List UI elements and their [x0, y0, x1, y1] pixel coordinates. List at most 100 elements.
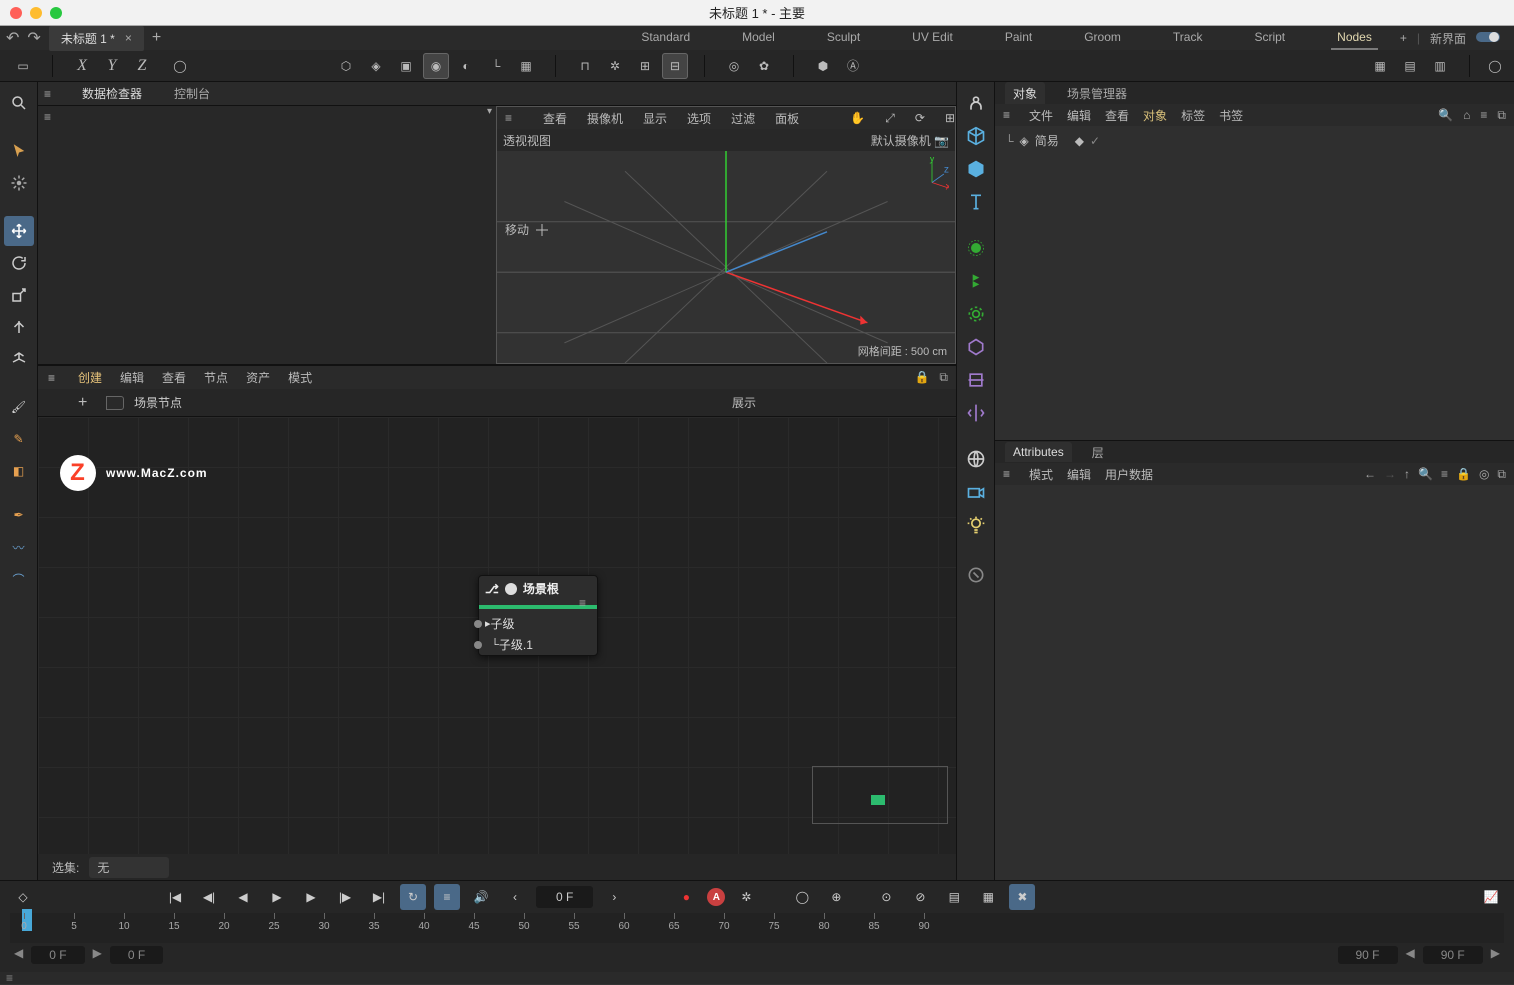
cube-solid-icon[interactable]	[961, 154, 991, 184]
symmetry-icon[interactable]	[961, 398, 991, 428]
camera-icon[interactable]	[961, 477, 991, 507]
axis-x-button[interactable]: X	[69, 53, 95, 79]
om-popout-icon[interactable]: ⧉	[1497, 108, 1506, 123]
key-all-icon[interactable]: ◯	[789, 884, 815, 910]
vp-views-icon[interactable]: ⊞	[945, 111, 955, 125]
text-spline-icon[interactable]	[961, 187, 991, 217]
autokey-icon[interactable]: A	[707, 888, 725, 906]
close-tab-icon[interactable]: ×	[125, 31, 132, 45]
material-edit-icon[interactable]	[961, 560, 991, 590]
vp-menu-filter[interactable]: 过滤	[731, 110, 755, 127]
attr-up-icon[interactable]: ↑	[1404, 467, 1410, 482]
placement-tool-icon[interactable]	[4, 344, 34, 374]
mode-points-icon[interactable]: ⬡	[333, 53, 359, 79]
om-home-icon[interactable]: ⌂	[1463, 108, 1470, 123]
ne-menu-view[interactable]: 查看	[162, 369, 186, 386]
ne-menu-mode[interactable]: 模式	[288, 369, 312, 386]
mode-workplane-icon[interactable]: ▦	[513, 53, 539, 79]
attr-menu-edit[interactable]: 编辑	[1067, 466, 1091, 483]
attr-filter-icon[interactable]: ≡	[1441, 467, 1448, 482]
hexagon-icon[interactable]: ⬢	[810, 53, 836, 79]
attr-menu-userdata[interactable]: 用户数据	[1105, 466, 1153, 483]
mode-polys-icon[interactable]: ▣	[393, 53, 419, 79]
loop-icon[interactable]: ↻	[400, 884, 426, 910]
axis-y-button[interactable]: Y	[99, 53, 125, 79]
viewport-burger-icon[interactable]	[505, 111, 517, 125]
layout-tab-paint[interactable]: Paint	[999, 26, 1038, 50]
rotate-tool-icon[interactable]	[4, 248, 34, 278]
ne-lock-icon[interactable]: 🔒	[914, 370, 929, 385]
prev-frame-nav-icon[interactable]: ‹	[502, 884, 528, 910]
key-pos-icon[interactable]: ⊕	[823, 884, 849, 910]
layout-tab-standard[interactable]: Standard	[635, 26, 696, 50]
orientation-icon[interactable]: ◯	[167, 53, 193, 79]
om-menu-tags[interactable]: 标签	[1181, 107, 1205, 124]
new-layout-button[interactable]: 新界面	[1420, 30, 1476, 47]
layout-tab-model[interactable]: Model	[736, 26, 781, 50]
mograph-icon[interactable]	[961, 299, 991, 329]
minimize-window[interactable]	[30, 7, 42, 19]
statusbar-menu-icon[interactable]	[6, 971, 18, 985]
vp-orbit-icon[interactable]: ⟳	[915, 111, 925, 125]
node-scene-root[interactable]: ⎇ 场景根 ▸ 子级 └ 子级.1	[478, 575, 598, 656]
magnet-icon[interactable]: ⊓	[572, 53, 598, 79]
snap-grid-icon[interactable]: ⊞	[632, 53, 658, 79]
prev-frame-icon[interactable]: ◀	[230, 884, 256, 910]
ne-tag-icon[interactable]	[106, 396, 124, 410]
node-port-0[interactable]: 子级	[491, 615, 515, 632]
mode-texture-icon[interactable]: ◐	[453, 53, 479, 79]
deformer-icon[interactable]	[961, 365, 991, 395]
quantize-icon[interactable]: ⊟	[662, 53, 688, 79]
vp-menu-panel[interactable]: 面板	[775, 110, 799, 127]
om-menu-objects[interactable]: 对象	[1143, 107, 1167, 124]
add-layout-button[interactable]: +	[1390, 31, 1417, 45]
current-frame-field[interactable]: 0 F	[536, 886, 593, 908]
material-ball-icon[interactable]: ◯	[1482, 53, 1508, 79]
range-end-field[interactable]: 90 F	[1338, 946, 1398, 964]
render-region-icon[interactable]: ▥	[1427, 53, 1453, 79]
ne-breadcrumb[interactable]: 场景节点	[134, 394, 182, 411]
spline-smooth-icon[interactable]: 〰	[4, 532, 34, 562]
key-spline-icon[interactable]: ▦	[975, 884, 1001, 910]
key-marker-icon[interactable]: ✖	[1009, 884, 1035, 910]
timeline-settings-icon[interactable]: ≡	[434, 884, 460, 910]
timeline-ruler[interactable]: 051015202530354045505560657075808590	[10, 913, 1504, 943]
port-dot[interactable]	[474, 641, 482, 649]
object-list[interactable]: └ ◈ 简易 ◆ ✓	[995, 126, 1514, 440]
fcurve-icon[interactable]: 📈	[1478, 884, 1504, 910]
range-start-field[interactable]: 0 F	[31, 946, 84, 964]
visibility-icon[interactable]: ✓	[1090, 134, 1100, 148]
search-icon[interactable]	[4, 88, 34, 118]
node-menu-icon[interactable]	[579, 596, 591, 610]
key-settings-icon[interactable]: ✲	[733, 884, 759, 910]
axis-move-icon[interactable]	[4, 312, 34, 342]
next-frame-nav-icon[interactable]: ›	[601, 884, 627, 910]
prev-key-icon[interactable]: ◀|	[196, 884, 222, 910]
snap-settings-icon[interactable]: ✲	[602, 53, 628, 79]
ne-popout-icon[interactable]: ⧉	[939, 370, 948, 385]
axis-z-button[interactable]: Z	[129, 53, 155, 79]
scene-nodes-icon[interactable]	[961, 88, 991, 118]
tab-console[interactable]: 控制台	[170, 81, 214, 106]
undo-button[interactable]: ↶	[6, 28, 19, 48]
vp-menu-display[interactable]: 显示	[643, 110, 667, 127]
picture-viewer-icon[interactable]: ▤	[1397, 53, 1423, 79]
axis-lines-icon[interactable]: └	[483, 53, 509, 79]
tab-attributes[interactable]: Attributes	[1005, 442, 1072, 462]
play-icon[interactable]: ▶	[264, 884, 290, 910]
volume-icon[interactable]	[961, 332, 991, 362]
mode-model-icon[interactable]: ◉	[423, 53, 449, 79]
vp-menu-view[interactable]: 查看	[543, 110, 567, 127]
range-next-icon[interactable]: ▶	[93, 946, 102, 964]
render-view-icon[interactable]: ▦	[1367, 53, 1393, 79]
attr-lock-icon[interactable]: 🔒	[1456, 467, 1471, 482]
ne-burger-icon[interactable]	[48, 371, 60, 385]
tab-scene-manager[interactable]: 场景管理器	[1067, 85, 1127, 102]
node-minimap[interactable]	[812, 766, 948, 824]
sculpt-brush-icon[interactable]: 🖌	[4, 392, 34, 422]
layout-toggle[interactable]	[1476, 30, 1514, 47]
environment-icon[interactable]	[961, 444, 991, 474]
vp-menu-cameras[interactable]: 摄像机	[587, 110, 623, 127]
knife-tool-icon[interactable]: ✎	[4, 424, 34, 454]
sound-icon[interactable]: 🔊	[468, 884, 494, 910]
